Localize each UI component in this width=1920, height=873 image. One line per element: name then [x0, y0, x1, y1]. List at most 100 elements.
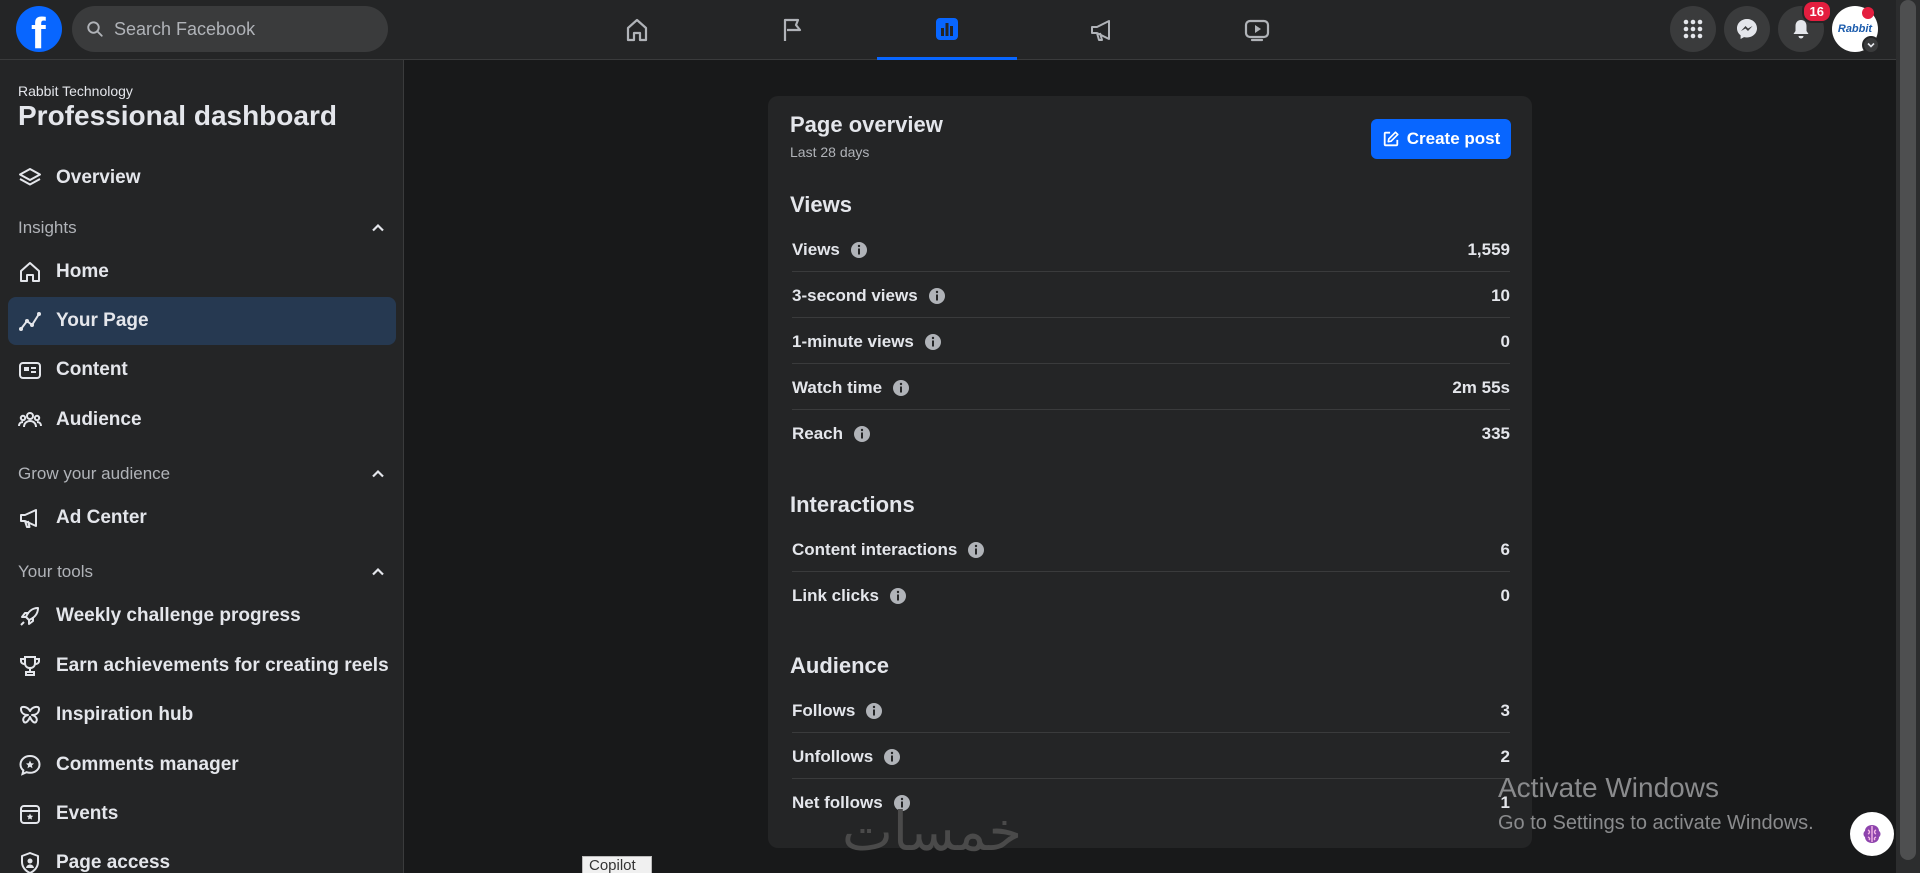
copilot-brain-icon	[1863, 825, 1881, 843]
metric-name: Follows	[792, 700, 856, 720]
chevron-up-icon	[372, 223, 384, 232]
sidebar-item-label: Ad Center	[56, 507, 147, 528]
metric-name: Reach	[792, 424, 844, 443]
sidebar-item-label: Inspiration hub	[56, 704, 194, 725]
chevron-up-icon	[372, 567, 384, 576]
date-range-label: Last 28 days	[790, 144, 870, 160]
info-icon[interactable]	[967, 541, 985, 559]
video-icon	[1244, 19, 1270, 42]
sidebar-item-content[interactable]: Content	[8, 346, 396, 394]
section-grow-audience[interactable]: Grow your audience	[18, 462, 386, 486]
info-icon[interactable]	[850, 241, 868, 259]
dashboard-chart-icon	[936, 17, 958, 40]
metric-value: 2	[1500, 746, 1510, 766]
metric-value: 10	[1491, 285, 1510, 305]
sidebar-item-comments-manager[interactable]: Comments manager	[8, 741, 396, 789]
sidebar-item-label: Content	[56, 359, 128, 380]
facebook-logo[interactable]: f	[16, 6, 62, 52]
metric-row: Link clicks 0	[792, 574, 1510, 618]
sidebar-item-ad-center[interactable]: Ad Center	[8, 494, 396, 542]
info-icon[interactable]	[889, 587, 907, 605]
metric-value: 6	[1500, 539, 1510, 559]
create-post-label: Create post	[1406, 129, 1501, 148]
sidebar-item-label: Events	[56, 803, 119, 824]
page-name: Rabbit Technology	[18, 83, 133, 99]
messenger-icon	[1737, 19, 1757, 39]
search-icon	[87, 21, 103, 37]
sidebar-item-achievements[interactable]: Earn achievements for creating reels	[8, 642, 396, 690]
home-icon	[626, 18, 648, 42]
tab-home[interactable]	[567, 0, 707, 60]
tab-video[interactable]	[1187, 0, 1327, 60]
info-icon[interactable]	[928, 287, 946, 305]
metric-name: Views	[792, 239, 840, 259]
sidebar-item-label: Your Page	[56, 310, 149, 331]
page-title: Professional dashboard	[18, 100, 337, 131]
flag-icon	[783, 18, 802, 41]
info-icon[interactable]	[883, 748, 901, 766]
metric-row: Follows 3	[792, 689, 1510, 733]
sidebar-item-page-access[interactable]: Page access	[8, 839, 396, 873]
interactions-section-title: Interactions	[790, 492, 915, 517]
page-scrollbar-thumb[interactable]	[1900, 0, 1916, 860]
info-icon[interactable]	[865, 702, 883, 720]
sidebar-item-overview[interactable]: Overview	[8, 154, 396, 202]
metric-name: Watch time	[792, 377, 883, 397]
section-insights[interactable]: Insights	[18, 216, 386, 240]
metric-row: Views 1,559	[792, 228, 1510, 272]
megaphone-icon	[1091, 20, 1110, 41]
sidebar-item-inspiration-hub[interactable]: Inspiration hub	[8, 691, 396, 739]
section-your-tools[interactable]: Your tools	[18, 560, 386, 584]
sidebar-item-your-page[interactable]: Your Page	[8, 297, 396, 345]
notifications-button[interactable]: 16	[1778, 0, 1832, 52]
activate-windows-title: Activate Windows	[1498, 772, 1719, 803]
create-post-button[interactable]: Create post	[1371, 119, 1511, 159]
sidebar-item-events[interactable]: Events	[8, 790, 396, 838]
layers-icon	[19, 168, 41, 186]
rocket-icon	[20, 607, 39, 626]
watermark-logo: خمسات	[842, 800, 1023, 863]
metric-row: 1-minute views 0	[792, 320, 1510, 364]
menu-button[interactable]	[1670, 6, 1716, 52]
avatar-logo-text: Rabbit	[1837, 23, 1873, 35]
tab-dashboard[interactable]	[877, 0, 1017, 60]
sidebar-item-label: Audience	[56, 409, 142, 430]
info-icon[interactable]	[924, 333, 942, 351]
notification-count-badge: 16	[1801, 0, 1832, 23]
metric-name: Link clicks	[792, 586, 879, 605]
sidebar-item-weekly-challenge[interactable]: Weekly challenge progress	[8, 592, 396, 640]
metric-value: 2m 55s	[1452, 377, 1510, 397]
copilot-tooltip: Copilot	[582, 856, 652, 873]
section-label: Insights	[18, 218, 77, 237]
metric-name-wrap: Reach	[792, 424, 871, 444]
metric-name-wrap: 1-minute views	[792, 332, 942, 352]
top-navigation-bar: f 16 Rabbit	[0, 0, 1896, 60]
tab-ads[interactable]	[1032, 0, 1172, 60]
metric-name: Unfollows	[792, 746, 874, 766]
tab-pages[interactable]	[722, 0, 862, 60]
trophy-icon	[20, 656, 40, 676]
copilot-button[interactable]	[1850, 812, 1894, 856]
audience-section-title: Audience	[790, 653, 890, 678]
sidebar-item-audience[interactable]: Audience	[8, 396, 396, 444]
grid-menu-icon	[1683, 19, 1703, 39]
sidebar-item-label: Page access	[56, 852, 171, 873]
sidebar-item-label: Comments manager	[56, 754, 239, 775]
messenger-button[interactable]	[1724, 6, 1770, 52]
info-icon[interactable]	[892, 379, 910, 397]
section-label: Grow your audience	[18, 464, 171, 483]
butterfly-icon	[20, 705, 40, 724]
account-menu-chevron[interactable]	[1862, 36, 1880, 54]
metric-name-wrap: Views	[792, 240, 868, 260]
info-icon[interactable]	[853, 425, 871, 443]
search-box[interactable]	[72, 6, 388, 52]
trend-line-icon	[19, 312, 41, 331]
metric-name: 3-second views	[792, 285, 918, 305]
edit-icon	[1383, 131, 1399, 147]
megaphone-icon	[20, 509, 37, 528]
sidebar-item-label: Weekly challenge progress	[56, 605, 301, 626]
chevron-down-icon	[1867, 42, 1875, 48]
metric-name: Content interactions	[792, 539, 958, 559]
sidebar-item-home[interactable]: Home	[8, 248, 396, 296]
search-input[interactable]	[114, 18, 364, 40]
